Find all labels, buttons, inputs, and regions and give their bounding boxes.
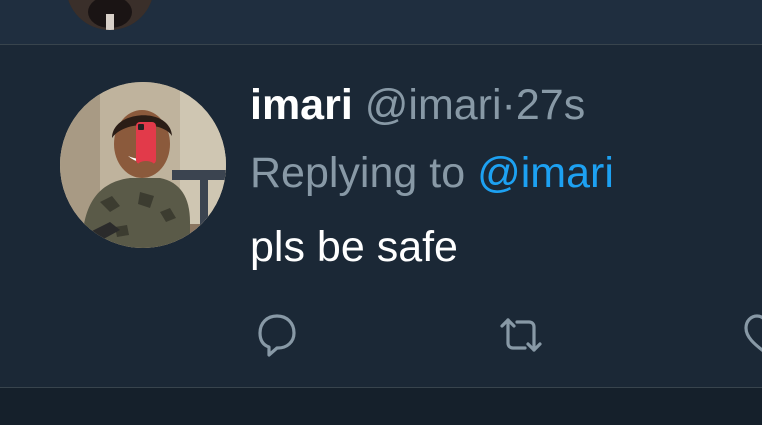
display-name[interactable]: imari bbox=[250, 81, 353, 129]
previous-tweet[interactable] bbox=[0, 0, 762, 45]
like-icon bbox=[744, 314, 762, 352]
retweet-button[interactable] bbox=[495, 309, 547, 361]
timestamp[interactable]: 27s bbox=[516, 81, 585, 129]
avatar[interactable] bbox=[60, 82, 226, 248]
replying-to-handle[interactable]: @imari bbox=[477, 149, 614, 197]
tweet[interactable]: imari @imari·27s Replying to @imari pls … bbox=[0, 45, 762, 387]
separator-dot: · bbox=[501, 81, 516, 129]
previous-tweet-avatar[interactable] bbox=[66, 0, 154, 30]
like-button[interactable] bbox=[740, 309, 762, 361]
reply-icon bbox=[258, 314, 296, 357]
user-handle[interactable]: @imari bbox=[365, 81, 502, 129]
tweet-thread-screen: imari @imari·27s Replying to @imari pls … bbox=[0, 0, 762, 425]
retweet-icon bbox=[500, 318, 542, 352]
reply-button[interactable] bbox=[250, 309, 302, 361]
next-tweet-area bbox=[0, 388, 762, 425]
replying-to: Replying to @imari bbox=[250, 149, 614, 197]
tweet-header: imari @imari·27s bbox=[250, 81, 585, 129]
replying-to-label: Replying to bbox=[250, 149, 466, 197]
tweet-text: pls be safe bbox=[250, 223, 458, 271]
